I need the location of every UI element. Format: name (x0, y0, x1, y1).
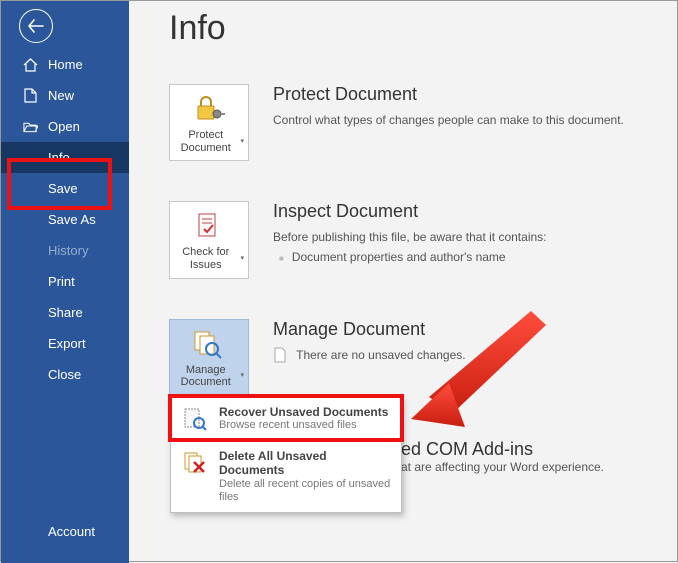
tile-protect-document[interactable]: Protect Document▾ (169, 84, 249, 161)
sidebar-item-open[interactable]: Open (1, 111, 129, 142)
menu-item-title: Recover Unsaved Documents (219, 405, 388, 419)
manage-icon (191, 328, 227, 360)
sidebar-label: Home (48, 57, 83, 72)
sidebar-label: Share (48, 305, 83, 320)
sidebar-label: Open (48, 119, 80, 134)
home-icon (23, 57, 38, 72)
section-desc: Control what types of changes people can… (273, 111, 624, 129)
sidebar-item-save[interactable]: Save (1, 173, 129, 204)
menu-item-recover-unsaved[interactable]: Recover Unsaved Documents Browse recent … (171, 397, 401, 441)
menu-item-sub: Browse recent unsaved files (219, 419, 388, 432)
blank-icon (23, 274, 38, 289)
inspect-icon (191, 210, 227, 242)
blank-icon (23, 367, 38, 382)
sidebar-label: Save As (48, 212, 96, 227)
inspect-bullet: Document properties and author's name (279, 248, 547, 266)
delete-icon (181, 449, 209, 477)
sidebar-item-history: History (1, 235, 129, 266)
sidebar-item-share[interactable]: Share (1, 297, 129, 328)
sidebar-label: Print (48, 274, 75, 289)
tile-label: Protect Document (174, 129, 237, 154)
sidebar-label: Account (48, 524, 95, 539)
section-manage: Manage Document▾ Manage Document There a… (169, 319, 653, 396)
sidebar-label: Close (48, 367, 81, 382)
section-title: Protect Document (273, 84, 624, 105)
blank-icon (23, 181, 38, 196)
sidebar-item-account[interactable]: Account (1, 516, 129, 547)
tile-manage-document[interactable]: Manage Document▾ (169, 319, 249, 396)
blank-icon (23, 336, 38, 351)
sidebar-item-new[interactable]: New (1, 80, 129, 111)
manage-document-menu: Recover Unsaved Documents Browse recent … (170, 396, 402, 513)
section-title: Inspect Document (273, 201, 547, 222)
tile-label: Manage Document (174, 364, 237, 389)
blank-icon (23, 212, 38, 227)
sidebar-item-export[interactable]: Export (1, 328, 129, 359)
sidebar-item-print[interactable]: Print (1, 266, 129, 297)
sidebar-label: Save (48, 181, 78, 196)
addins-title-partial: ed COM Add-ins (401, 439, 604, 460)
back-button[interactable] (19, 9, 53, 43)
document-icon (273, 347, 287, 363)
blank-icon (23, 305, 38, 320)
chevron-down-icon: ▾ (240, 372, 244, 380)
sidebar-label: Info (48, 150, 70, 165)
page-title: Info (169, 9, 653, 48)
tile-label: Check for Issues (174, 246, 237, 271)
new-icon (23, 88, 38, 103)
menu-item-delete-unsaved[interactable]: Delete All Unsaved Documents Delete all … (171, 441, 401, 512)
backstage-sidebar: Home New Open Info Save Save As History … (1, 1, 129, 563)
sidebar-label: New (48, 88, 74, 103)
chevron-down-icon: ▾ (240, 255, 244, 263)
addins-desc-partial: at are affecting your Word experience. (401, 460, 604, 474)
blank-icon (23, 524, 38, 539)
sidebar-label: Export (48, 336, 86, 351)
section-title: Manage Document (273, 319, 466, 340)
menu-item-sub: Delete all recent copies of unsaved file… (219, 478, 391, 504)
manage-status: There are no unsaved changes. (296, 348, 465, 362)
protect-icon (191, 93, 227, 125)
menu-item-title: Delete All Unsaved Documents (219, 449, 391, 478)
section-desc: Before publishing this file, be aware th… (273, 228, 547, 246)
open-icon (23, 119, 38, 134)
sidebar-item-close[interactable]: Close (1, 359, 129, 390)
blank-icon (23, 150, 38, 165)
recover-icon (181, 405, 209, 433)
chevron-down-icon: ▾ (240, 138, 244, 146)
blank-icon (23, 243, 38, 258)
back-arrow-icon (28, 19, 44, 33)
section-protect: Protect Document▾ Protect Document Contr… (169, 84, 653, 161)
sidebar-label: History (48, 243, 88, 258)
sidebar-item-info[interactable]: Info (1, 142, 129, 173)
sidebar-item-save-as[interactable]: Save As (1, 204, 129, 235)
section-inspect: Check for Issues▾ Inspect Document Befor… (169, 201, 653, 278)
tile-check-for-issues[interactable]: Check for Issues▾ (169, 201, 249, 278)
sidebar-item-home[interactable]: Home (1, 49, 129, 80)
